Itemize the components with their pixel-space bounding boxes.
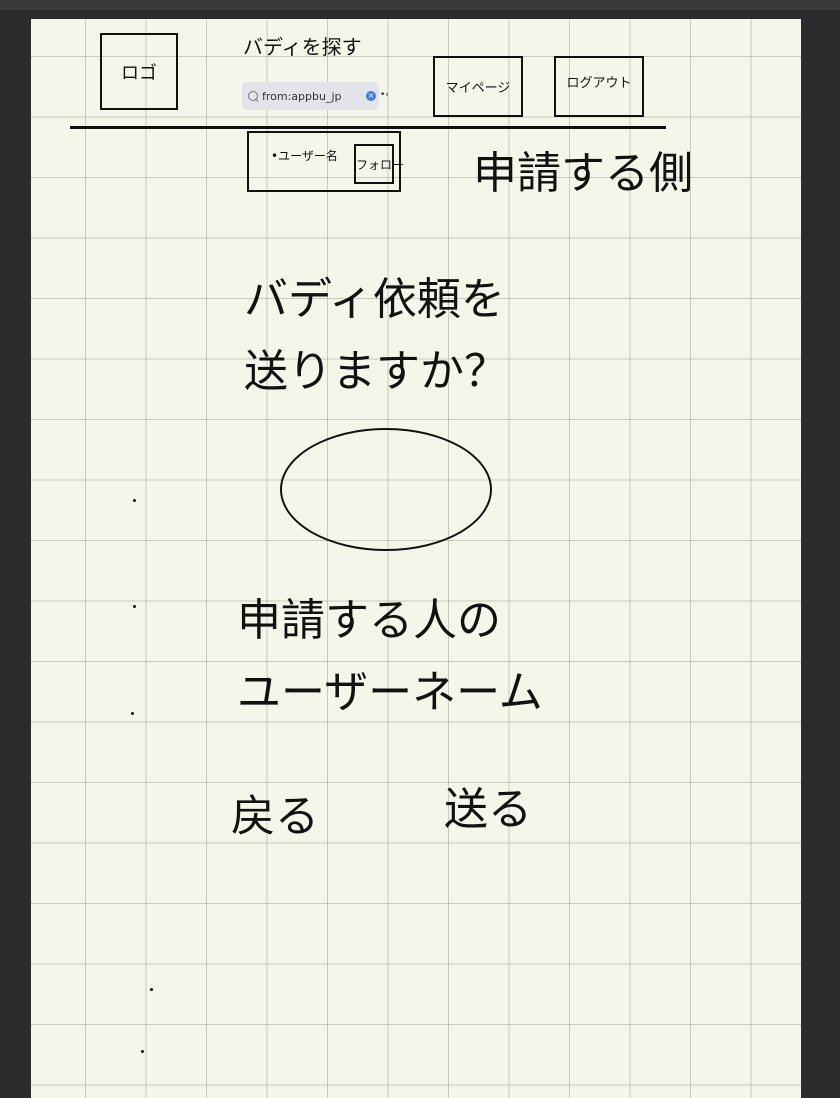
buddy-request-question: バディ依頼を 送りますか？	[244, 264, 508, 408]
stray-dot	[150, 988, 153, 991]
applicant-line-2: ユーザーネーム	[237, 667, 543, 718]
search-value: from:appbu_jp	[262, 89, 342, 103]
logo-label: ロゴ	[121, 62, 157, 84]
search-options-icon[interactable]: •‹	[380, 90, 392, 102]
back-button[interactable]: 戻る	[231, 780, 319, 844]
question-line-2: 送りますか？	[244, 346, 508, 397]
follow-button[interactable]: フォロー	[354, 144, 404, 184]
mypage-button[interactable]: マイページ	[433, 56, 523, 117]
search-icon	[248, 91, 258, 101]
follow-label: フォロー	[356, 157, 405, 172]
stray-dot	[131, 712, 134, 715]
stray-dot	[133, 499, 136, 502]
app-top-bar	[0, 0, 840, 10]
clear-icon[interactable]: ×	[366, 91, 376, 101]
wireframe-canvas: ロゴ バディを探す from:appbu_jp × •‹ マイページ ログアウト…	[31, 19, 801, 1098]
applicant-line-1: 申請する人の	[237, 595, 501, 646]
send-button[interactable]: 送る	[444, 773, 532, 837]
username-label: •ユーザー名	[271, 149, 338, 163]
search-input[interactable]: from:appbu_jp ×	[242, 82, 379, 110]
logo[interactable]: ロゴ	[100, 33, 178, 110]
question-line-1: バディ依頼を	[244, 274, 505, 325]
applicant-username: 申請する人の ユーザーネーム	[237, 585, 543, 729]
header-divider	[70, 126, 666, 129]
mypage-label: マイページ	[445, 81, 511, 96]
buddy-search-title: バディを探す	[243, 35, 362, 59]
user-card: •ユーザー名 フォロー	[247, 131, 404, 192]
stray-dot	[141, 1050, 144, 1053]
requester-side-label: 申請する側	[473, 148, 693, 199]
stray-dot	[133, 605, 136, 608]
applicant-avatar	[280, 428, 492, 551]
logout-label: ログアウト	[566, 76, 632, 91]
logout-button[interactable]: ログアウト	[554, 56, 644, 117]
